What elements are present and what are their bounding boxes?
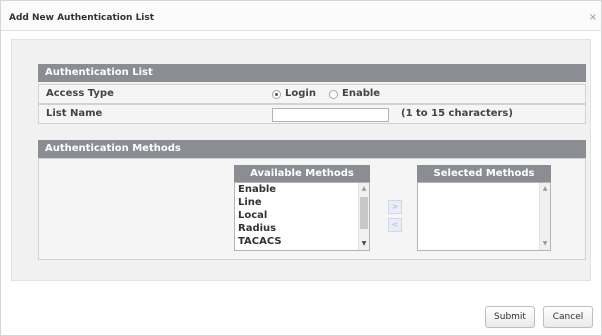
list-item[interactable]: Line <box>235 196 369 209</box>
list-item[interactable]: Enable <box>235 183 369 196</box>
login-radio[interactable] <box>272 90 281 99</box>
scroll-down-icon[interactable]: ▼ <box>540 239 550 249</box>
scroll-up-icon[interactable]: ▲ <box>540 184 550 194</box>
enable-radio-label[interactable]: Enable <box>342 88 380 99</box>
close-icon[interactable]: × <box>589 12 597 23</box>
selected-methods-header: Selected Methods <box>417 165 551 182</box>
dialog-body: Authentication List Access Type Login En… <box>11 39 591 281</box>
available-methods-header: Available Methods <box>234 165 370 182</box>
submit-button[interactable]: Submit <box>485 306 535 328</box>
list-name-row: List Name (1 to 15 characters) <box>38 104 586 124</box>
access-type-row: Access Type Login Enable <box>38 84 586 104</box>
list-name-input[interactable] <box>272 108 389 122</box>
list-name-hint: (1 to 15 characters) <box>401 108 513 119</box>
scroll-down-icon[interactable]: ▼ <box>359 239 369 249</box>
login-radio-label[interactable]: Login <box>285 88 316 99</box>
list-item[interactable]: Local <box>235 209 369 222</box>
scroll-thumb[interactable] <box>360 197 368 229</box>
dialog-title: Add New Authentication List <box>9 13 155 23</box>
selected-methods-listbox[interactable]: ▲ ▼ <box>417 182 551 251</box>
access-type-label: Access Type <box>46 88 114 99</box>
available-scrollbar[interactable]: ▲ ▼ <box>358 183 369 250</box>
add-method-button[interactable]: > <box>388 200 402 214</box>
scroll-up-icon[interactable]: ▲ <box>359 184 369 194</box>
cancel-button[interactable]: Cancel <box>543 306 593 328</box>
remove-method-button[interactable]: < <box>388 218 402 232</box>
selected-scrollbar[interactable]: ▲ ▼ <box>539 183 550 250</box>
auth-list-section-header: Authentication List <box>38 64 586 82</box>
dialog-header: Add New Authentication List × <box>1 1 601 31</box>
available-methods-listbox[interactable]: Enable Line Local Radius TACACS ▲ ▼ <box>234 182 370 251</box>
list-item[interactable]: Radius <box>235 222 369 235</box>
list-item[interactable]: TACACS <box>235 235 369 248</box>
add-auth-list-dialog: Add New Authentication List × Authentica… <box>0 0 602 336</box>
auth-methods-section-header: Authentication Methods <box>38 140 586 158</box>
list-name-label: List Name <box>46 108 103 119</box>
methods-area: Available Methods Enable Line Local Radi… <box>38 158 586 260</box>
enable-radio[interactable] <box>329 90 338 99</box>
